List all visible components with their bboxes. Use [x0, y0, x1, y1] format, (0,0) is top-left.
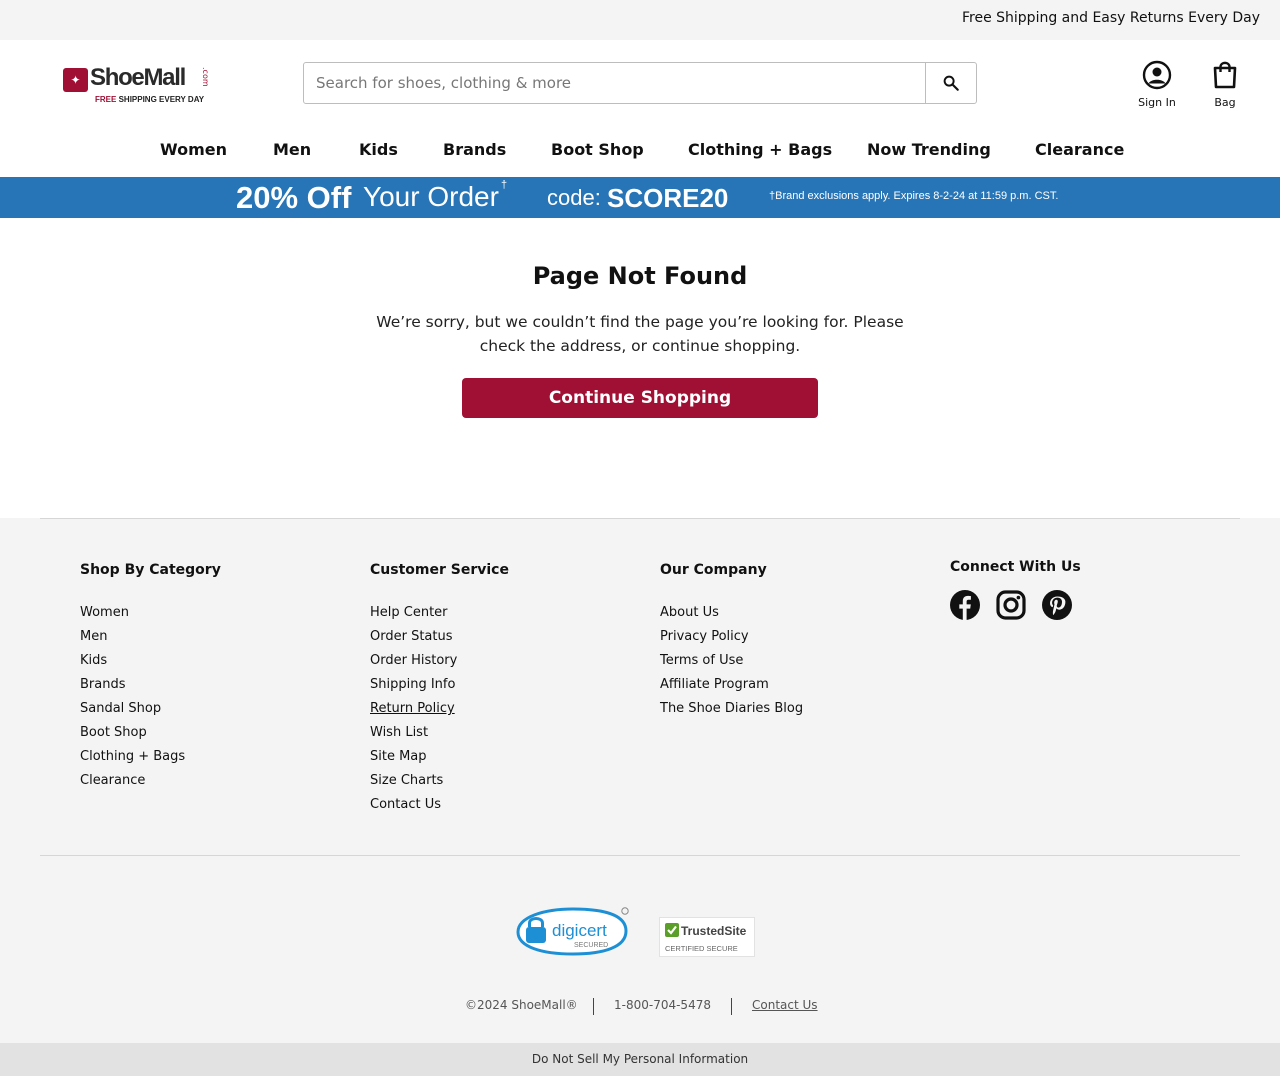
- bag-label: Bag: [1214, 96, 1236, 109]
- footer-link-shipping-info[interactable]: Shipping Info: [370, 673, 509, 697]
- footer-link-clothing-bags[interactable]: Clothing + Bags: [80, 745, 221, 769]
- search-icon: [943, 75, 959, 91]
- account-icon: [1142, 60, 1172, 90]
- promo-code: SCORE20: [607, 183, 729, 213]
- nav-clothing-bags[interactable]: Clothing + Bags: [688, 140, 832, 159]
- nav-boot-shop[interactable]: Boot Shop: [551, 140, 644, 159]
- main-navigation: Women Men Kids Brands Boot Shop Clothing…: [0, 140, 1280, 170]
- promo-dagger: †: [501, 179, 508, 191]
- footer-link-order-status[interactable]: Order Status: [370, 625, 509, 649]
- nav-now-trending[interactable]: Now Trending: [867, 140, 991, 159]
- phone-number[interactable]: 1-800-704-5478: [614, 998, 711, 1012]
- shopping-bag-icon: [1213, 61, 1237, 89]
- logo-name: ShoeMall: [90, 64, 186, 91]
- footer-link-sandal-shop[interactable]: Sandal Shop: [80, 697, 221, 721]
- top-banner: Free Shipping and Easy Returns Every Day: [0, 0, 1280, 40]
- footer-shop-heading: Shop By Category: [80, 562, 221, 578]
- footer-service-heading: Customer Service: [370, 562, 509, 578]
- footer-link-wish-list[interactable]: Wish List: [370, 721, 509, 745]
- logo-free-text: FREE: [95, 95, 117, 104]
- footer-divider: [40, 518, 1240, 519]
- social-links: [950, 590, 1081, 620]
- footer-link-women[interactable]: Women: [80, 601, 221, 625]
- footer-company-column: Our Company About Us Privacy Policy Term…: [660, 562, 803, 721]
- continue-shopping-button[interactable]: Continue Shopping: [462, 378, 818, 418]
- footer-link-size-charts[interactable]: Size Charts: [370, 769, 509, 793]
- facebook-icon[interactable]: [950, 590, 980, 620]
- shoemall-logo[interactable]: ✦ ShoeMall .com FREE SHIPPING EVERY DAY: [63, 64, 223, 108]
- sign-in-label: Sign In: [1138, 96, 1176, 109]
- trustedsite-badge[interactable]: TrustedSite CERTIFIED SECURE: [659, 917, 755, 957]
- search-button[interactable]: [925, 63, 976, 103]
- digicert-text: digicert: [552, 921, 607, 940]
- nav-women[interactable]: Women: [160, 140, 227, 159]
- footer: Shop By Category Women Men Kids Brands S…: [0, 518, 1280, 1076]
- trustedsite-text: TrustedSite: [681, 924, 747, 938]
- footer-link-kids[interactable]: Kids: [80, 649, 221, 673]
- nav-brands[interactable]: Brands: [443, 140, 506, 159]
- promo-disclaimer: †Brand exclusions apply. Expires 8-2-24 …: [769, 190, 1059, 202]
- legal-separator: [731, 998, 732, 1015]
- footer-link-about-us[interactable]: About Us: [660, 601, 803, 625]
- footer-link-clearance[interactable]: Clearance: [80, 769, 221, 793]
- instagram-icon[interactable]: [996, 590, 1026, 620]
- bag-button[interactable]: Bag: [1210, 60, 1240, 109]
- nav-clearance[interactable]: Clearance: [1035, 140, 1124, 159]
- not-found-message: We’re sorry, but we couldn’t find the pa…: [376, 313, 904, 355]
- legal-contact-link[interactable]: Contact Us: [752, 998, 818, 1012]
- footer-link-terms-of-use[interactable]: Terms of Use: [660, 649, 803, 673]
- pinterest-icon[interactable]: [1042, 590, 1072, 620]
- footer-link-contact-us[interactable]: Contact Us: [370, 793, 509, 817]
- copyright-text: ©2024 ShoeMall®: [465, 998, 578, 1012]
- promo-banner[interactable]: 20% Off Your Order † code: SCORE20 †Bran…: [0, 177, 1280, 218]
- footer-service-column: Customer Service Help Center Order Statu…: [370, 562, 509, 817]
- promo-discount: 20% Off: [236, 180, 352, 215]
- footer-link-shoe-diaries-blog[interactable]: The Shoe Diaries Blog: [660, 697, 803, 721]
- footer-link-site-map[interactable]: Site Map: [370, 745, 509, 769]
- sign-in-button[interactable]: Sign In: [1136, 60, 1178, 109]
- digicert-secured-text: SECURED: [574, 942, 608, 949]
- footer-shop-column: Shop By Category Women Men Kids Brands S…: [80, 562, 221, 793]
- logo-shoe-icon: ✦: [63, 68, 88, 92]
- nav-kids[interactable]: Kids: [359, 140, 398, 159]
- trustedsite-certified-text: CERTIFIED SECURE: [665, 944, 738, 953]
- footer-legal-row: ©2024 ShoeMall® 1-800-704-5478 Contact U…: [0, 998, 1280, 1018]
- footer-link-order-history[interactable]: Order History: [370, 649, 509, 673]
- search-bar: [303, 62, 977, 104]
- logo-domain: .com: [201, 67, 210, 87]
- logo-tagline: FREE SHIPPING EVERY DAY: [95, 95, 204, 104]
- digicert-badge[interactable]: digicert SECURED: [514, 907, 632, 957]
- footer-link-privacy-policy[interactable]: Privacy Policy: [660, 625, 803, 649]
- legal-separator: [593, 998, 594, 1015]
- footer-connect-column: Connect With Us: [950, 559, 1081, 620]
- promo-order-text: Your Order: [363, 181, 499, 212]
- footer-link-men[interactable]: Men: [80, 625, 221, 649]
- footer-link-brands[interactable]: Brands: [80, 673, 221, 697]
- page-title: Page Not Found: [532, 262, 748, 290]
- footer-link-return-policy[interactable]: Return Policy: [370, 697, 509, 721]
- footer-link-help-center[interactable]: Help Center: [370, 601, 509, 625]
- search-input[interactable]: [304, 63, 926, 103]
- footer-company-heading: Our Company: [660, 562, 767, 578]
- nav-men[interactable]: Men: [273, 140, 311, 159]
- footer-divider-bottom: [40, 855, 1240, 856]
- footer-link-boot-shop[interactable]: Boot Shop: [80, 721, 221, 745]
- logo-tagline-text: SHIPPING EVERY DAY: [118, 95, 205, 104]
- footer-link-affiliate-program[interactable]: Affiliate Program: [660, 673, 803, 697]
- free-shipping-message: Free Shipping and Easy Returns Every Day: [961, 10, 1260, 26]
- promo-code-label: code:: [547, 185, 601, 210]
- footer-connect-heading: Connect With Us: [950, 559, 1081, 575]
- do-not-sell-link[interactable]: Do Not Sell My Personal Information: [0, 1043, 1280, 1076]
